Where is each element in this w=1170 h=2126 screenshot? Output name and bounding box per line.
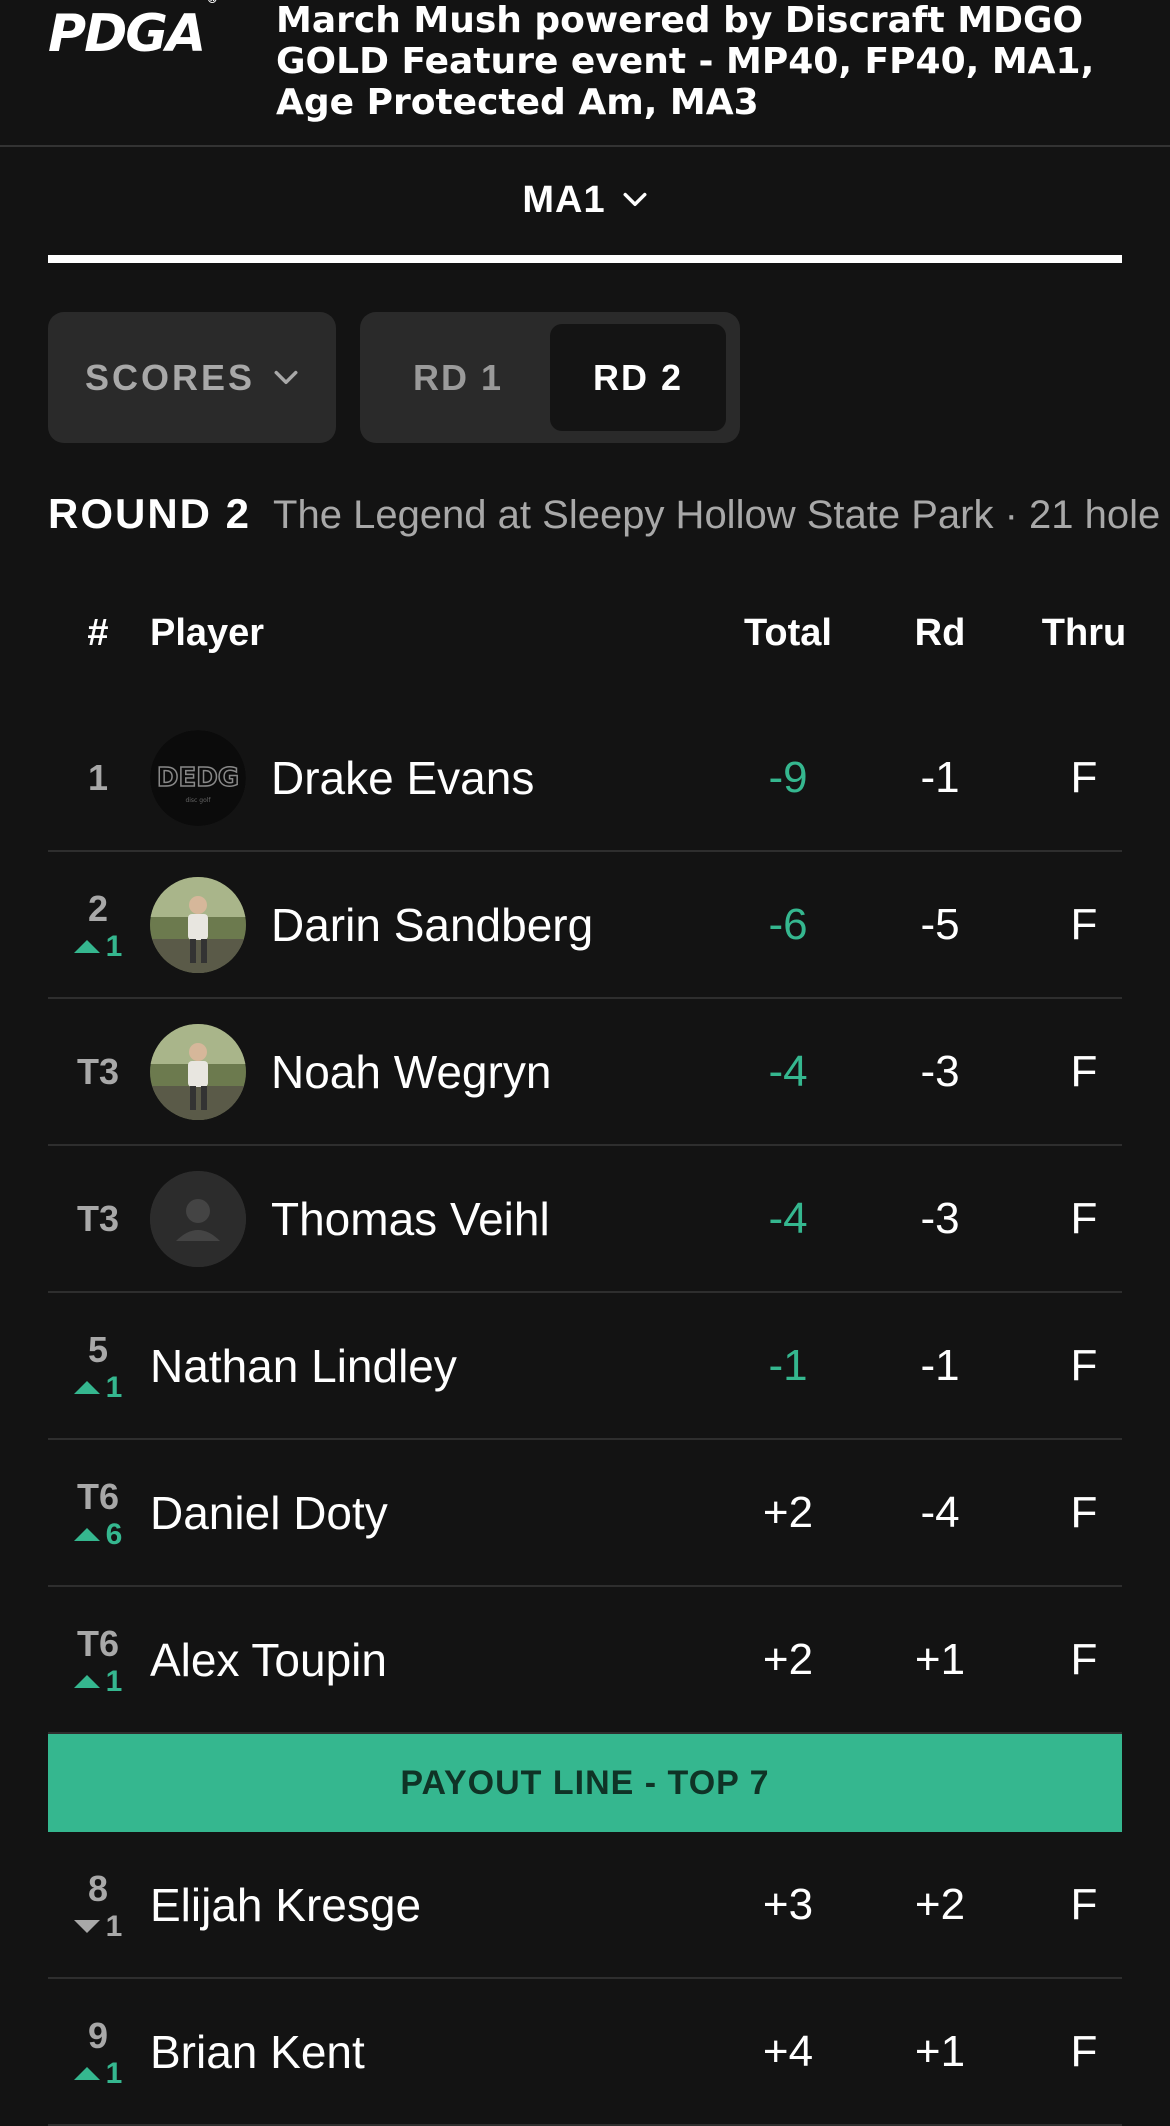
player-avatar[interactable] [150,1024,246,1120]
table-row[interactable]: 9 1 Brian Kent +4 +1 F [48,1979,1122,2126]
position-up-indicator: 1 [73,2056,123,2090]
rank-cell: 21 [48,852,148,997]
chevron-down-icon [274,370,298,384]
rank-value: 5 [87,1328,109,1370]
rank-cell: 81 [48,1832,148,1977]
view-selector-label: SCORES [84,356,256,398]
chevron-down-icon [623,192,647,207]
rank-value: 1 [87,756,109,798]
position-up-indicator: 6 [73,1517,123,1551]
round-1-button[interactable]: RD 1 [370,324,546,431]
holes-thru: F [1070,1879,1098,1929]
rank-cell: T3 [48,1146,148,1291]
rank-cell: T3 [48,999,148,1144]
position-up-indicator: 1 [73,1664,123,1698]
rank-value: 2 [87,887,109,929]
arrow-up-icon [73,1675,100,1688]
player-name[interactable]: Darin Sandberg [271,852,593,997]
table-row[interactable]: T6 1 Alex Toupin +2 +1 F [48,1587,1122,1734]
division-selector-bar: MA1 [48,150,1122,263]
position-up-indicator: 1 [73,929,123,963]
player-avatar[interactable] [150,877,246,973]
player-name[interactable]: Thomas Veihl [271,1146,550,1291]
view-selector-dropdown[interactable]: SCORES [48,312,336,443]
arrow-up-icon [73,1381,100,1394]
player-name[interactable]: Drake Evans [271,705,534,850]
rank-value: T3 [76,1050,119,1092]
rank-cell: T6 1 [48,1587,148,1732]
player-avatar[interactable] [150,1171,246,1267]
holes-thru: F [1070,1193,1098,1243]
rank-value: 8 [87,1867,109,1909]
rank-value: T6 [76,1622,119,1664]
division-dropdown[interactable]: MA1 [48,170,1122,230]
movement-value: 1 [105,1909,123,1943]
player-name[interactable]: Nathan Lindley [150,1293,457,1438]
movement-value: 1 [105,929,123,963]
movement-value: 6 [105,1517,123,1551]
holes-thru: F [1070,2026,1098,2076]
round-heading: ROUND 2 The Legend at Sleepy Hollow State… [48,490,1170,550]
header-player[interactable]: Player [150,612,264,655]
division-label: MA1 [522,178,606,221]
course-info: The Legend at Sleepy Hollow State Park ·… [273,493,1161,537]
table-row[interactable]: T3 Noah Wegryn -4 -3 F [48,999,1122,1146]
movement-value: 1 [105,1664,123,1698]
table-row[interactable]: 1 DEDG disc golf Drake Evans -9 -1 F [48,705,1122,852]
app-header: PDGA® March Mush powered by Discraft MDG… [0,0,1170,147]
table-row[interactable]: 8 1 Elijah Kresge +3 +2 F [48,1832,1122,1979]
header-rank[interactable]: # [48,612,148,655]
payout-line-banner: PAYOUT LINE - TOP 7 [48,1734,1122,1832]
round-label: ROUND 2 [48,490,252,537]
pdga-logo[interactable]: PDGA® [48,0,218,60]
movement-value: 1 [105,1370,123,1404]
rank-cell: 1 [48,705,148,850]
table-row[interactable]: 5 1 Nathan Lindley -1 -1 F [48,1293,1122,1440]
rank-value: 9 [87,2014,109,2056]
player-avatar[interactable]: DEDG disc golf [150,730,246,826]
table-row[interactable]: T6 6 Daniel Doty +2 -4 F [48,1440,1122,1587]
holes-thru: F [1070,1340,1098,1390]
round-toggle: RD 1 RD 2 [360,312,740,443]
header-thru[interactable]: Thru [964,612,1170,655]
player-name[interactable]: Brian Kent [150,1979,365,2124]
arrow-down-icon [73,1920,100,1933]
event-title: March Mush powered by Discraft MDGO GOLD… [276,0,1095,123]
holes-thru: F [1070,1487,1098,1537]
player-name[interactable]: Elijah Kresge [150,1832,421,1977]
rank-value: T6 [76,1475,119,1517]
holes-thru: F [1070,899,1098,949]
rank-cell: 51 [48,1293,148,1438]
leaderboard: 1 DEDG disc golf Drake Evans -9 -1 F 2 1 Darin Sa… [48,705,1122,2126]
rank-cell: 91 [48,1979,148,2124]
movement-value: 1 [105,2056,123,2090]
arrow-up-icon [73,2067,100,2080]
player-name[interactable]: Daniel Doty [150,1440,388,1585]
round-2-button[interactable]: RD 2 [550,324,726,431]
rank-value: T3 [76,1197,119,1239]
holes-thru: F [1070,1634,1098,1684]
arrow-up-icon [73,940,100,953]
player-name[interactable]: Noah Wegryn [271,999,551,1144]
table-row[interactable]: T3 Thomas Veihl -4 -3 F [48,1146,1122,1293]
position-up-indicator: 1 [73,1370,123,1404]
svg-text:disc golf: disc golf [185,797,211,804]
table-row[interactable]: 2 1 Darin Sandberg -6 -5 F [48,852,1122,999]
position-down-indicator: 1 [73,1909,123,1943]
rank-cell: T6 6 [48,1440,148,1585]
holes-thru: F [1070,752,1098,802]
arrow-up-icon [73,1528,100,1541]
table-header: # Player Total Rd Thru [48,600,1126,670]
svg-text:DEDG: DEDG [157,763,239,793]
holes-thru: F [1070,1046,1098,1096]
player-name[interactable]: Alex Toupin [150,1587,387,1732]
